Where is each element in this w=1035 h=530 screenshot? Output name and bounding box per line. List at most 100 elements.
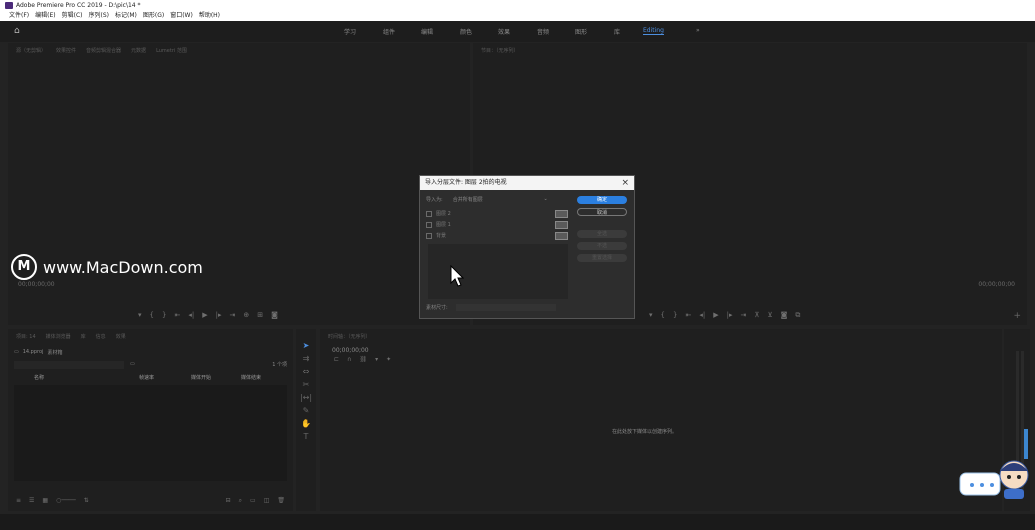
tab-media-browser[interactable]: 媒体浏览器 <box>46 333 71 340</box>
menu-clip[interactable]: 剪辑(C) <box>62 11 83 21</box>
tab-audio[interactable]: 音频 <box>537 27 549 36</box>
tab-timeline[interactable]: 时间轴：（无序列） <box>328 333 371 340</box>
layer-row[interactable]: 图层 2 <box>426 208 568 219</box>
column-media-end[interactable]: 媒体结束 <box>241 373 261 383</box>
linked-selection-icon[interactable]: ⛓ <box>359 356 367 363</box>
extract-icon[interactable]: ⊻ <box>767 311 772 320</box>
icon-view-icon[interactable]: ▦ <box>42 497 48 504</box>
tab-effects[interactable]: 效果 <box>498 27 510 36</box>
snap-icon[interactable]: ∩ <box>347 356 351 363</box>
type-tool-icon[interactable]: T <box>296 430 316 443</box>
wrench-icon[interactable]: ✦ <box>386 356 391 363</box>
go-to-in-icon[interactable]: ⇤ <box>685 311 691 320</box>
tab-metadata[interactable]: 元数据 <box>131 47 146 54</box>
tab-effect-controls[interactable]: 效果控件 <box>56 47 76 54</box>
select-all-button[interactable]: 全选 <box>577 230 627 238</box>
add-button-icon[interactable]: + <box>1013 311 1021 321</box>
go-to-out-icon[interactable]: ⇥ <box>229 311 235 319</box>
layer-checkbox[interactable] <box>426 210 432 217</box>
track-select-tool-icon[interactable]: ⇉ <box>296 352 316 365</box>
tab-libraries[interactable]: 库 <box>614 27 620 36</box>
layer-row[interactable]: 背景 <box>426 230 568 241</box>
tab-info[interactable]: 信息 <box>96 333 106 340</box>
list-view-icon[interactable]: ☰ <box>29 497 34 504</box>
hand-tool-icon[interactable]: ✋ <box>296 417 316 430</box>
tab-lumetri-scopes[interactable]: Lumetri 范围 <box>156 47 187 54</box>
tab-source[interactable]: 源（无剪辑） <box>16 47 46 54</box>
tab-editing-custom[interactable]: Editing <box>643 27 664 35</box>
new-bin-icon[interactable]: ▭ <box>130 361 135 367</box>
menu-window[interactable]: 窗口(W) <box>170 11 193 21</box>
lock-icon[interactable]: ≡ <box>16 497 21 504</box>
tab-graphics[interactable]: 图形 <box>575 27 587 36</box>
tab-program[interactable]: 节目：（无序列） <box>481 47 519 54</box>
select-none-button[interactable]: 不选 <box>577 242 627 250</box>
footage-size-select[interactable] <box>455 304 556 311</box>
automate-to-sequence-icon[interactable]: ⊟ <box>226 497 231 505</box>
sort-icon[interactable]: ⇅ <box>84 497 89 504</box>
layer-checkbox[interactable] <box>426 232 432 239</box>
tab-audio-clip-mixer[interactable]: 音频剪辑混合器 <box>86 47 121 54</box>
import-as-select[interactable]: 合并所有图层 ⌄ <box>453 196 548 203</box>
export-frame-icon[interactable]: ◙ <box>781 311 788 320</box>
selection-tool-icon[interactable]: ➤ <box>296 339 316 352</box>
menu-graphics[interactable]: 图形(G) <box>143 11 164 21</box>
column-frame-rate[interactable]: 帧速率 <box>139 373 191 383</box>
play-icon[interactable]: ▶ <box>202 311 207 319</box>
step-back-icon[interactable]: ◂| <box>188 311 194 319</box>
tab-project[interactable]: 项目: 14 <box>16 333 36 340</box>
nest-icon[interactable]: ⊏ <box>334 356 339 363</box>
trash-icon[interactable]: 🗑 <box>277 497 285 505</box>
compare-icon[interactable]: ⧉ <box>795 311 800 320</box>
step-back-icon[interactable]: ◂| <box>699 311 705 320</box>
tab-learning[interactable]: 学习 <box>344 27 356 36</box>
tab-color[interactable]: 颜色 <box>460 27 472 36</box>
close-icon[interactable]: × <box>621 176 629 190</box>
insert-icon[interactable]: ⊕ <box>243 311 249 319</box>
menu-markers[interactable]: 标记(M) <box>115 11 137 21</box>
find-icon[interactable]: ⌕ <box>239 497 242 505</box>
new-bin-footer-icon[interactable]: ▭ <box>250 497 256 505</box>
play-icon[interactable]: ▶ <box>713 311 718 320</box>
menu-sequence[interactable]: 序列(S) <box>89 11 110 21</box>
mascot-widget-icon[interactable] <box>958 455 1032 501</box>
step-forward-icon[interactable]: |▸ <box>727 311 733 320</box>
mark-in-icon[interactable]: { <box>150 311 154 319</box>
ok-button[interactable]: 确定 <box>577 196 627 204</box>
mark-in-icon[interactable]: { <box>661 311 665 320</box>
mark-out-icon[interactable]: } <box>673 311 677 320</box>
column-media-start[interactable]: 媒体开始 <box>191 373 241 383</box>
add-marker-icon[interactable]: ▾ <box>649 311 653 320</box>
mark-out-icon[interactable]: } <box>162 311 166 319</box>
add-marker-icon[interactable]: ▾ <box>375 356 378 363</box>
reset-selection-button[interactable]: 重置选择 <box>577 254 627 262</box>
tab-libraries[interactable]: 库 <box>81 333 86 340</box>
pen-tool-icon[interactable]: ✎ <box>296 404 316 417</box>
razor-tool-icon[interactable]: ✂ <box>296 378 316 391</box>
menu-file[interactable]: 文件(F) <box>9 11 29 21</box>
project-search-input[interactable] <box>14 361 124 369</box>
slip-tool-icon[interactable]: |↔| <box>296 391 316 404</box>
add-marker-icon[interactable]: ▾ <box>138 311 142 319</box>
column-name[interactable]: 名称 <box>14 373 139 383</box>
tab-editing[interactable]: 编辑 <box>421 27 433 36</box>
ripple-edit-tool-icon[interactable]: ⇔ <box>296 365 316 378</box>
cancel-button[interactable]: 取消 <box>577 208 627 216</box>
menu-help[interactable]: 帮助(H) <box>199 11 220 21</box>
home-icon[interactable]: ⌂ <box>14 26 24 36</box>
tab-effects[interactable]: 效果 <box>116 333 126 340</box>
zoom-slider[interactable]: ○──── <box>56 497 76 504</box>
new-item-icon[interactable]: ◫ <box>264 497 270 505</box>
step-forward-icon[interactable]: |▸ <box>216 311 222 319</box>
workspace-overflow-button[interactable]: » <box>696 27 700 34</box>
tab-assembly[interactable]: 组件 <box>383 27 395 36</box>
go-to-out-icon[interactable]: ⇥ <box>740 311 746 320</box>
layer-row[interactable]: 图层 1 <box>426 219 568 230</box>
lift-icon[interactable]: ⊼ <box>754 311 759 320</box>
menu-edit[interactable]: 编辑(E) <box>35 11 55 21</box>
overwrite-icon[interactable]: ⊞ <box>257 311 263 319</box>
layer-checkbox[interactable] <box>426 221 432 228</box>
export-frame-icon[interactable]: ◙ <box>271 311 278 319</box>
go-to-in-icon[interactable]: ⇤ <box>174 311 180 319</box>
project-item-list <box>14 385 287 481</box>
